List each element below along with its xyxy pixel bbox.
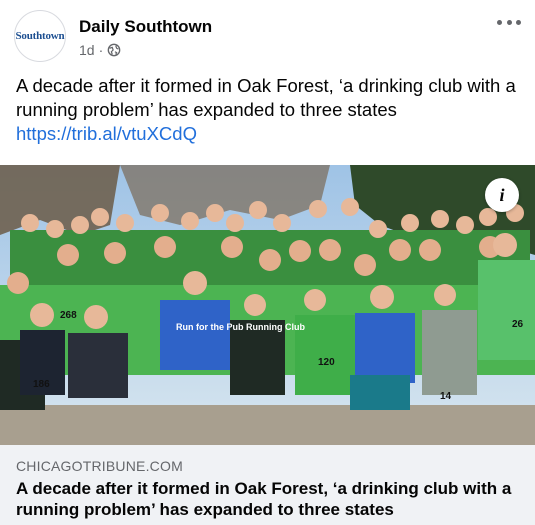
race-bib: 186 xyxy=(33,379,50,390)
meta-separator: · xyxy=(98,42,104,58)
caption-link[interactable]: https://trib.al/vtuXCdQ xyxy=(16,122,521,146)
shirt-logo-text: Run for the Pub Running Club xyxy=(176,322,305,332)
race-bib: 268 xyxy=(60,310,77,321)
more-dot xyxy=(516,19,521,25)
link-title[interactable]: A decade after it formed in Oak Forest, … xyxy=(16,478,521,520)
post-photo[interactable]: Run for the Pub Running Club 186 268 120… xyxy=(0,165,535,445)
link-domain: CHICAGOTRIBUNE.COM xyxy=(16,458,183,474)
more-dot xyxy=(506,19,512,25)
post-header: Southtown Daily Southtown 1d · xyxy=(0,0,535,66)
caption-text: A decade after it formed in Oak Forest, … xyxy=(16,75,516,120)
more-dot xyxy=(497,19,502,25)
avatar[interactable]: Southtown xyxy=(14,10,66,62)
race-bib: 120 xyxy=(318,357,335,368)
group-photo-illustration: Run for the Pub Running Club 186 268 120… xyxy=(0,165,535,445)
link-preview-card[interactable]: CHICAGOTRIBUNE.COM A decade after it for… xyxy=(0,445,535,525)
info-icon[interactable]: i xyxy=(485,178,519,212)
more-icon[interactable] xyxy=(497,14,521,30)
avatar-logo-text: Southtown xyxy=(15,30,65,42)
pavement xyxy=(0,405,535,445)
page-name[interactable]: Daily Southtown xyxy=(79,17,212,37)
info-glyph: i xyxy=(499,184,505,205)
post-meta: 1d · xyxy=(79,42,121,58)
race-bib: 26 xyxy=(512,319,524,330)
timestamp[interactable]: 1d xyxy=(79,42,95,58)
post-caption: A decade after it formed in Oak Forest, … xyxy=(16,74,521,146)
globe-icon xyxy=(107,43,121,57)
race-bib: 14 xyxy=(440,391,452,402)
